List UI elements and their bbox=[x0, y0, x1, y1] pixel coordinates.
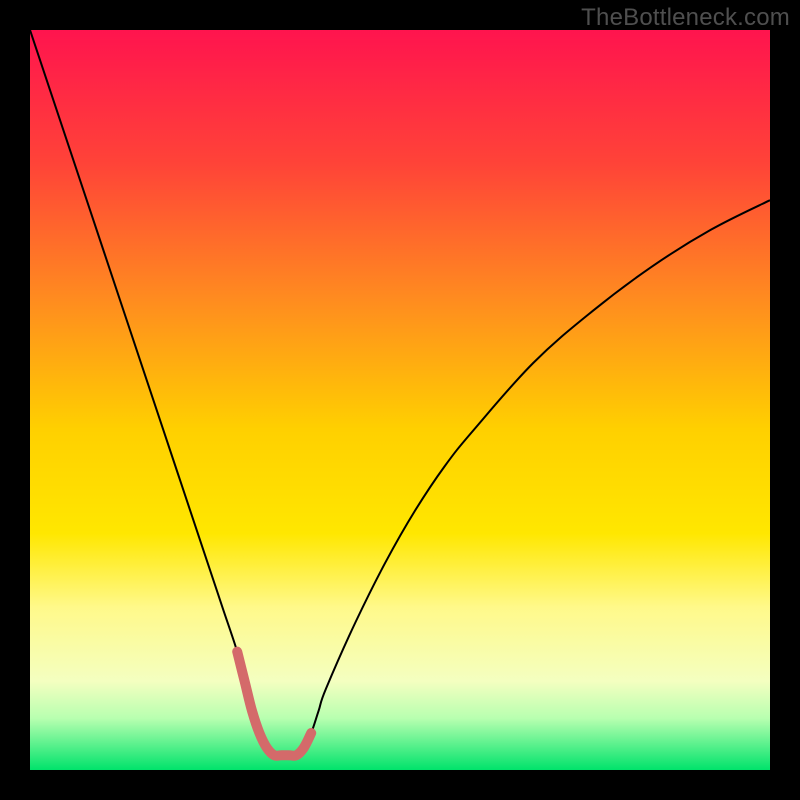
chart-background bbox=[30, 30, 770, 770]
watermark-text: TheBottleneck.com bbox=[581, 4, 790, 32]
chart-frame: TheBottleneck.com bbox=[0, 0, 800, 800]
bottleneck-chart bbox=[30, 30, 770, 770]
